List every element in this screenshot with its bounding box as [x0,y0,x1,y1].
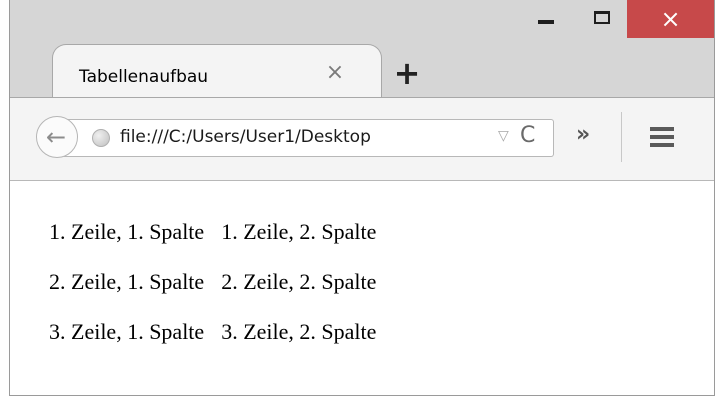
url-bar[interactable]: file:///C:/Users/User1/Desktop ▽ C [64,119,554,157]
browser-window: Tabellenaufbau × + × file:///C:/Users/Us… [9,0,715,396]
tab-title: Tabellenaufbau [79,67,209,87]
table-row: 1. Zeile, 1. Spalte 1. Zeile, 2. Spalte [48,208,390,256]
minimize-button[interactable] [538,20,554,24]
url-text[interactable]: file:///C:/Users/User1/Desktop [120,127,371,147]
toolbar-divider [621,112,622,162]
back-arrow-icon: ← [46,123,67,151]
table-cell: 3. Zeile, 2. Spalte [221,319,377,344]
tab-tabellenaufbau[interactable]: Tabellenaufbau × [52,44,382,100]
table-cell: 1. Zeile, 1. Spalte [49,219,205,244]
reload-icon[interactable]: C [520,123,535,148]
table-cell: 2. Zeile, 2. Spalte [221,269,377,294]
table-row: 3. Zeile, 1. Spalte 3. Zeile, 2. Spalte [48,308,390,356]
back-button[interactable]: ← [36,116,78,158]
data-table: 1. Zeile, 1. Spalte 1. Zeile, 2. Spalte … [46,206,392,358]
globe-icon [92,129,110,147]
title-bar: Tabellenaufbau × + × [10,0,714,100]
page-content: 1. Zeile, 1. Spalte 1. Zeile, 2. Spalte … [10,181,714,395]
table-cell: 2. Zeile, 1. Spalte [49,269,205,294]
new-tab-button[interactable]: + [392,57,422,89]
close-window-button[interactable]: × [627,0,714,38]
table-cell: 3. Zeile, 1. Spalte [49,319,205,344]
tab-close-icon[interactable]: × [323,61,347,85]
url-dropdown-icon[interactable]: ▽ [498,128,509,144]
table-cell: 1. Zeile, 2. Spalte [221,219,377,244]
navigation-toolbar: file:///C:/Users/User1/Desktop ▽ C ← » [10,97,714,181]
maximize-button[interactable] [594,11,610,24]
overflow-menu-icon[interactable]: » [576,122,590,147]
table-row: 2. Zeile, 1. Spalte 2. Zeile, 2. Spalte [48,258,390,306]
hamburger-menu-icon[interactable] [650,127,674,147]
